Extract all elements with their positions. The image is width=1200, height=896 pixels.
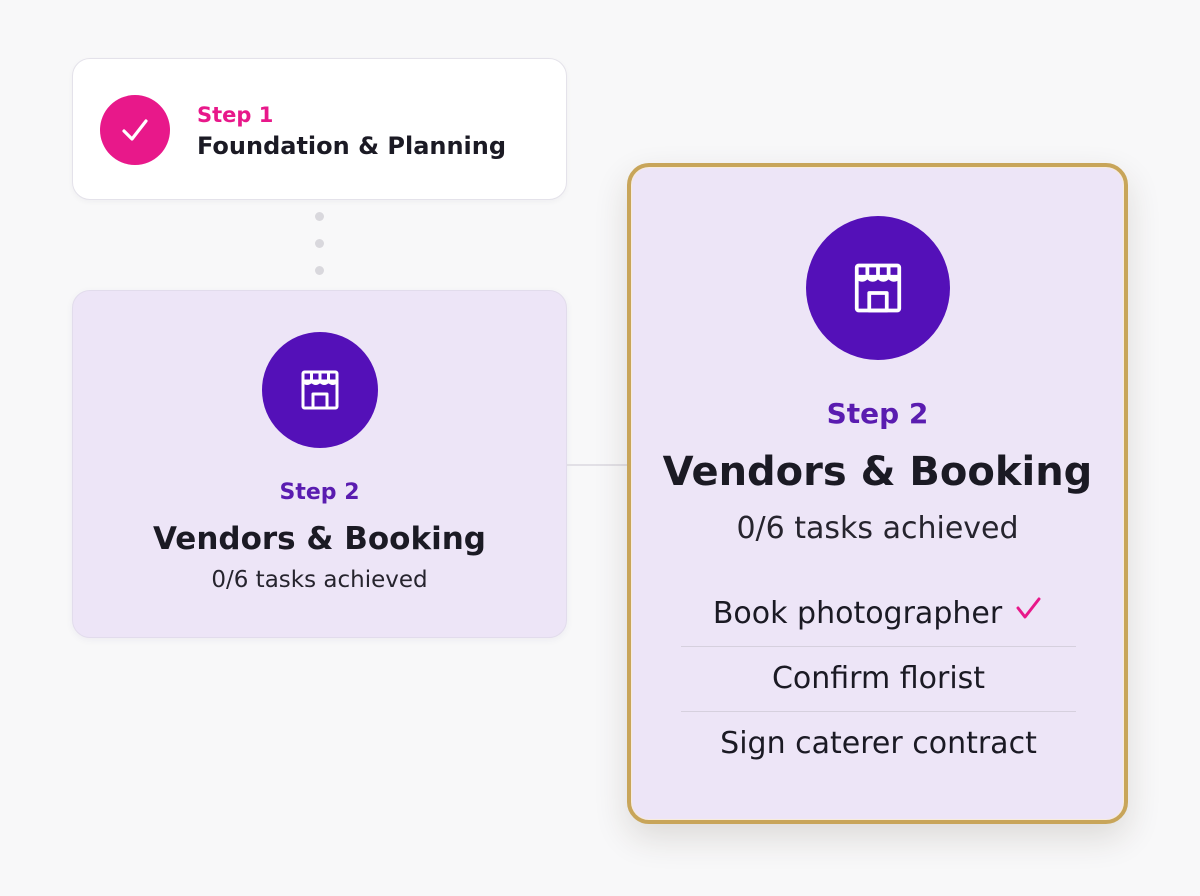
task-list: Book photographer Confirm florist Sign c… <box>681 582 1076 776</box>
step1-label: Step 1 <box>197 103 274 127</box>
step1-title: Foundation & Planning <box>197 132 507 160</box>
step2-label: Step 2 <box>279 480 360 505</box>
storefront-icon <box>301 370 339 410</box>
detail-step-progress: 0/6 tasks achieved <box>736 511 1019 546</box>
task-item-book-photographer[interactable]: Book photographer <box>681 582 1076 647</box>
card-connector-line <box>567 464 629 466</box>
step2-progress: 0/6 tasks achieved <box>211 567 428 593</box>
task-item-sign-caterer-contract[interactable]: Sign caterer contract <box>681 712 1076 776</box>
step2-detail-card[interactable]: Step 2 Vendors & Booking 0/6 tasks achie… <box>627 163 1128 824</box>
task-label: Sign caterer contract <box>720 726 1037 761</box>
step-connector-dots <box>315 212 324 293</box>
step2-card[interactable]: Step 2 Vendors & Booking 0/6 tasks achie… <box>72 290 567 638</box>
checkmark-icon <box>122 119 148 141</box>
detail-step-label: Step 2 <box>826 397 929 430</box>
task-label: Book photographer <box>712 596 1003 631</box>
task-done-check-icon <box>1012 583 1044 647</box>
step2-icon-badge <box>262 332 378 448</box>
step2-title: Vendors & Booking <box>153 521 486 557</box>
step1-card[interactable]: Step 1 Foundation & Planning <box>72 58 567 200</box>
detail-step-title: Vendors & Booking <box>662 449 1093 495</box>
step1-complete-badge <box>100 95 170 165</box>
storefront-icon <box>854 263 902 313</box>
detail-icon-badge <box>806 216 950 360</box>
task-label: Confirm florist <box>771 661 986 696</box>
task-item-confirm-florist[interactable]: Confirm florist <box>681 647 1076 712</box>
